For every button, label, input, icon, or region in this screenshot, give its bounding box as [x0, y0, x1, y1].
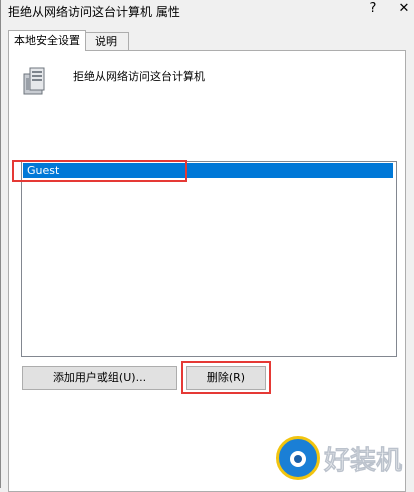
policy-title: 拒绝从网络访问这台计算机 — [73, 70, 205, 83]
title-bar: 拒绝从网络访问这台计算机 属性 ? ✕ — [0, 0, 414, 22]
server-icon — [23, 67, 45, 95]
add-user-or-group-button[interactable]: 添加用户或组(U)... — [22, 366, 177, 390]
eye-logo-icon — [276, 436, 320, 480]
user-list[interactable]: Guest — [21, 161, 397, 357]
highlight-box-remove — [181, 361, 271, 394]
help-button[interactable]: ? — [366, 1, 380, 19]
window-edge — [0, 0, 1, 488]
close-button[interactable]: ✕ — [396, 1, 412, 19]
watermark: 好装机 — [276, 436, 406, 482]
window-title: 拒绝从网络访问这台计算机 属性 — [8, 5, 180, 19]
highlight-box-guest — [12, 160, 187, 182]
tab-local-security-setting[interactable]: 本地安全设置 — [8, 30, 86, 51]
tab-explain[interactable]: 说明 — [84, 32, 129, 51]
watermark-text: 好装机 — [324, 446, 403, 477]
